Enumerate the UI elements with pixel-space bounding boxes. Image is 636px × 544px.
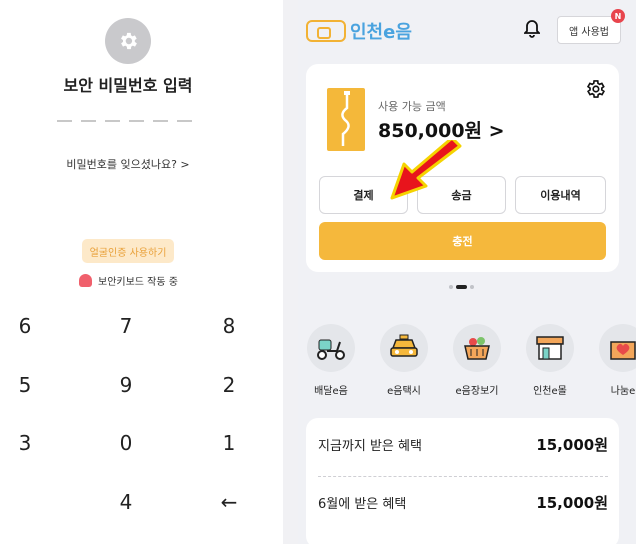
page-dot-active [456,285,467,289]
page-title: 보안 비밀번호 입력 [63,76,193,95]
store-icon [526,324,574,372]
password-digit-slot [153,120,168,122]
keypad-key[interactable]: 2 [209,370,249,400]
annotation-arrow-icon [390,140,462,200]
password-digit-slot [177,120,192,122]
secure-keyboard-status: 보안키보드 작동 중 [79,273,178,288]
service-taxi[interactable]: e음택시 [374,324,434,397]
card-settings-gear-icon[interactable] [584,78,606,100]
delivery-scooter-icon [307,324,355,372]
benefit-divider [318,476,608,477]
service-label: e음장보기 [455,386,499,397]
password-digit-slot [57,120,72,122]
keypad-key[interactable]: 5 [5,370,45,400]
service-grocery[interactable]: e음장보기 [447,324,507,397]
benefit-value: 15,000원 [536,436,608,454]
keypad-key[interactable]: 3 [5,428,45,458]
app-manual-button[interactable]: 앱 사용법 [557,16,621,44]
balance-label: 사용 가능 금액 [378,100,446,113]
heart-gift-icon [599,324,636,372]
keypad-key[interactable]: 8 [209,311,249,341]
service-mall[interactable]: 인천e몰 [520,324,580,397]
keypad-key[interactable]: 1 [209,428,249,458]
carousel-indicator [449,285,474,289]
forgot-password-link[interactable]: 비밀번호를 잊으셨나요? > [0,156,256,172]
page-dot [470,285,474,289]
benefit-value: 15,000원 [536,494,608,512]
service-label: 인천e몰 [533,386,567,397]
password-digit-slot [105,120,120,122]
keypad-key[interactable]: 6 [5,311,45,341]
history-button[interactable]: 이용내역 [515,176,606,214]
benefit-row-month: 6월에 받은 혜택 15,000원 [318,492,608,513]
service-label: e음택시 [387,386,421,397]
benefits-card: 지금까지 받은 혜택 15,000원 6월에 받은 혜택 15,000원 [306,418,619,544]
keypad-key[interactable]: 7 [106,311,146,341]
grocery-basket-icon [453,324,501,372]
bell-icon[interactable] [524,19,540,39]
secure-keyboard-icon [79,274,92,287]
service-share[interactable]: 나눔e [593,324,636,397]
benefit-label: 지금까지 받은 혜택 [318,439,422,454]
keypad-key[interactable]: 0 [106,428,146,458]
logo-text: 인천e음 [350,22,412,43]
panel-divider [283,0,298,544]
backspace-key[interactable]: ← [209,487,249,517]
logo-icon [306,20,346,42]
taxi-icon [380,324,428,372]
secure-keyboard-label: 보안키보드 작동 중 [98,277,178,288]
payment-card-image [327,88,365,151]
benefit-label: 6월에 받은 혜택 [318,497,407,512]
balance-amount[interactable]: 850,000원 > [378,116,505,143]
password-digit-slot [81,120,96,122]
password-digit-slot [129,120,144,122]
settings-gear-icon [105,18,151,64]
face-auth-button[interactable]: 얼굴인증 사용하기 [82,239,174,263]
service-delivery[interactable]: 배달e음 [301,324,361,397]
benefit-row-total: 지금까지 받은 혜택 15,000원 [318,434,608,455]
password-panel: 보안 비밀번호 입력 비밀번호를 잊으셨나요? > 얼굴인증 사용하기 보안키보… [0,0,283,544]
password-dots [57,120,192,122]
service-label: 나눔e [610,386,636,397]
app-home: 인천e음 앱 사용법 N 사용 가능 금액 850,000원 > 결제 송금 이… [298,0,636,544]
keypad-key[interactable]: 9 [106,370,146,400]
service-label: 배달e음 [314,386,348,397]
charge-button[interactable]: 충전 [319,222,606,260]
app-logo: 인천e음 [306,18,412,44]
keypad-key[interactable]: 4 [106,487,146,517]
page-dot [449,285,453,289]
new-badge: N [611,9,625,23]
